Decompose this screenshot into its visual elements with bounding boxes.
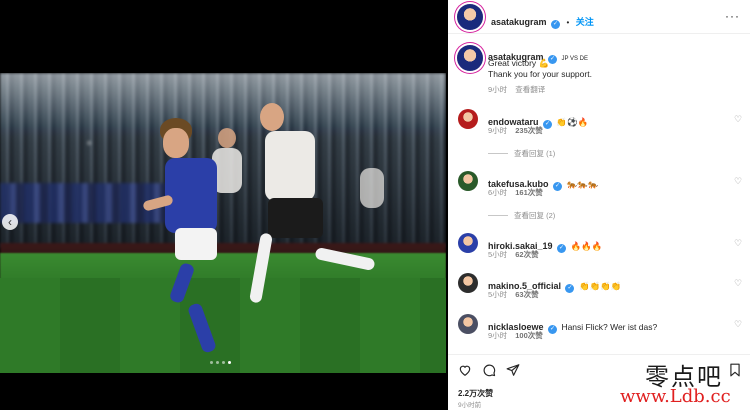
commenter-avatar[interactable] bbox=[458, 314, 478, 334]
watermark-url: www.Ldb.cc bbox=[620, 386, 731, 407]
caption-line-1: Great victory 💪 bbox=[488, 58, 550, 68]
comment-time: 9小时 bbox=[488, 331, 508, 340]
comment-likes[interactable]: 161次赞 bbox=[515, 188, 543, 197]
comment-heart-icon[interactable]: ♡ bbox=[734, 177, 743, 186]
comment-heart-icon[interactable]: ♡ bbox=[734, 320, 743, 329]
follow-button[interactable]: 关注 bbox=[576, 17, 594, 27]
carousel-dot bbox=[210, 361, 213, 364]
bookmark-icon[interactable] bbox=[728, 363, 742, 377]
caption-line-2: Thank you for your support. bbox=[488, 69, 592, 79]
verified-badge-icon: ✓ bbox=[547, 325, 557, 334]
player-germany-shorts bbox=[268, 198, 323, 238]
caption-avatar[interactable] bbox=[457, 45, 483, 71]
post-header: asatakugram ✓ • 关注 ··· bbox=[448, 0, 750, 34]
commenter-avatar[interactable] bbox=[458, 273, 478, 293]
player-far-germany bbox=[360, 168, 384, 208]
commenter-avatar[interactable] bbox=[458, 109, 478, 129]
chevron-left-icon: ‹ bbox=[8, 215, 12, 229]
share-icon[interactable] bbox=[506, 363, 520, 377]
player-germany-shirt bbox=[265, 131, 315, 201]
verified-badge-icon: ✓ bbox=[552, 182, 562, 191]
player-japan-head bbox=[163, 128, 189, 158]
verified-badge-icon: ✓ bbox=[557, 244, 566, 253]
carousel-dot bbox=[222, 361, 225, 364]
post-side-panel: asatakugram ✓ • 关注 ··· asatakugram ✓ JP … bbox=[448, 0, 750, 410]
comment-item: takefusa.kubo ✓ 🐅🐅🐅 6小时 161次赞 ♡ bbox=[448, 171, 750, 201]
comment-time: 6小时 bbox=[488, 188, 508, 197]
carousel-dot-active bbox=[228, 361, 231, 364]
comment-likes[interactable]: 63次赞 bbox=[515, 290, 538, 299]
comment-heart-icon[interactable]: ♡ bbox=[734, 115, 743, 124]
player-japan-shirt bbox=[165, 158, 217, 233]
view-replies-label: 查看回复 (1) bbox=[514, 149, 556, 158]
view-replies-link[interactable]: 查看回复 (1) bbox=[488, 148, 555, 159]
comment-item: hiroki.sakai_19 ✓ 🔥🔥🔥 5小时 62次赞 ♡ bbox=[448, 233, 750, 263]
reply-divider bbox=[488, 153, 508, 154]
verified-badge-icon: ✓ bbox=[565, 284, 575, 293]
comment-item: makino.5_official ✓ 👏👏👏👏 5小时 63次赞 ♡ bbox=[448, 273, 750, 303]
comment-text: 👏⚽🔥 bbox=[556, 117, 589, 127]
caption-time: 9小时 bbox=[488, 85, 508, 94]
post-photo[interactable] bbox=[0, 73, 446, 373]
comment-item: nicklasloewe ✓ Hansi Flick? Wer ist das?… bbox=[448, 314, 750, 344]
reply-divider bbox=[488, 215, 508, 216]
player-japan-shorts bbox=[175, 228, 217, 260]
header-separator: • bbox=[566, 18, 570, 27]
commenter-avatar[interactable] bbox=[458, 233, 478, 253]
comment-text: Hansi Flick? Wer ist das? bbox=[561, 322, 658, 332]
post-media-area: ‹ bbox=[0, 0, 448, 410]
carousel-prev-button[interactable]: ‹ bbox=[2, 214, 18, 230]
likes-count[interactable]: 2.2万次赞 bbox=[458, 388, 493, 399]
more-options-icon[interactable]: ··· bbox=[725, 9, 740, 23]
verified-badge-icon: ✓ bbox=[550, 20, 560, 29]
player-bg-head bbox=[218, 128, 236, 148]
carousel-dots bbox=[210, 361, 231, 364]
comment-icon[interactable] bbox=[482, 363, 496, 377]
commenter-avatar[interactable] bbox=[458, 171, 478, 191]
pitch bbox=[0, 278, 446, 373]
comment-time: 5小时 bbox=[488, 290, 508, 299]
comment-time: 9小时 bbox=[488, 126, 508, 135]
comment-item: endowataru ✓ 👏⚽🔥 9小时 235次赞 ♡ bbox=[448, 109, 750, 139]
carousel-dot bbox=[216, 361, 219, 364]
comment-text: 👏👏👏👏 bbox=[578, 281, 622, 291]
verified-badge-icon: ✓ bbox=[547, 55, 557, 64]
view-replies-link[interactable]: 查看回复 (2) bbox=[488, 210, 555, 221]
comment-heart-icon[interactable]: ♡ bbox=[734, 279, 743, 288]
post-time-ago: 9小时前 bbox=[458, 402, 482, 409]
comment-text: 🐅🐅🐅 bbox=[566, 179, 599, 189]
verified-badge-icon: ✓ bbox=[542, 120, 552, 129]
author-username[interactable]: asatakugram bbox=[491, 17, 547, 27]
comment-time: 5小时 bbox=[488, 250, 508, 259]
comment-likes[interactable]: 100次赞 bbox=[515, 331, 543, 340]
caption-tag: JP VS DE bbox=[561, 56, 589, 62]
player-germany-head bbox=[260, 103, 284, 131]
author-avatar[interactable] bbox=[457, 4, 483, 30]
see-translation-link[interactable]: 查看翻译 bbox=[515, 85, 545, 94]
comment-heart-icon[interactable]: ♡ bbox=[734, 239, 743, 248]
view-replies-label: 查看回复 (2) bbox=[514, 211, 556, 220]
comment-text: 🔥🔥🔥 bbox=[570, 241, 603, 251]
comment-likes[interactable]: 62次赞 bbox=[515, 250, 538, 259]
comment-likes[interactable]: 235次赞 bbox=[515, 126, 543, 135]
post-caption: asatakugram ✓ JP VS DE Great victory 💪 T… bbox=[448, 45, 750, 95]
heart-icon[interactable] bbox=[458, 363, 472, 377]
